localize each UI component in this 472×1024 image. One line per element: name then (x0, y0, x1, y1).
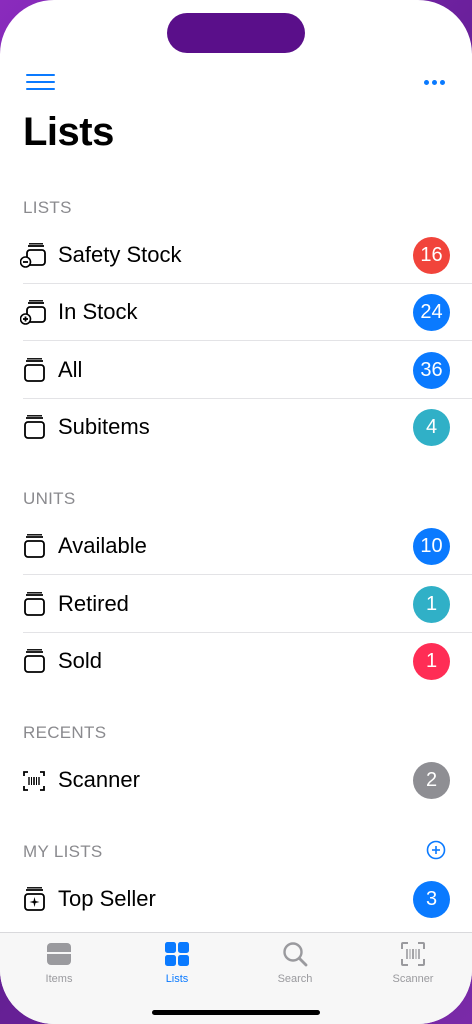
app-screen: Lists LISTS Safety Stock 16 In Stock 24 (0, 0, 472, 1024)
count-badge: 24 (413, 294, 450, 331)
list-item-available[interactable]: Available 10 (0, 518, 472, 575)
box-icon (24, 649, 45, 673)
section-header-my-lists: MY LISTS (23, 842, 103, 861)
tab-lists[interactable]: Lists (118, 933, 236, 1003)
list-item-all[interactable]: All 36 (0, 342, 472, 399)
add-list-icon[interactable] (426, 840, 446, 860)
list-item-label: All (58, 357, 83, 382)
section-header-units: UNITS (23, 489, 76, 508)
search-icon (283, 942, 308, 967)
list-item-label: Safety Stock (58, 242, 182, 267)
section-header-lists: LISTS (23, 198, 72, 217)
barcode-scan-icon (23, 771, 45, 791)
tray-icon (47, 943, 71, 965)
count-badge: 1 (413, 643, 450, 680)
list-item-subitems[interactable]: Subitems 4 (0, 399, 472, 456)
list-item-label: Top Seller (58, 886, 156, 911)
page-title: Lists (23, 110, 114, 154)
count-badge: 10 (413, 528, 450, 565)
tab-scanner[interactable]: Scanner (354, 933, 472, 1003)
tab-label: Lists (165, 973, 189, 985)
box-icon (24, 592, 45, 616)
count-badge: 36 (413, 352, 450, 389)
tab-label: Scanner (392, 973, 434, 985)
list-item-label: Available (58, 533, 147, 558)
list-item-label: Scanner (58, 767, 140, 792)
count-badge: 3 (413, 881, 450, 918)
list-item-retired[interactable]: Retired 1 (0, 576, 472, 633)
more-options-icon[interactable] (424, 70, 448, 94)
list-item-label: Subitems (58, 414, 150, 439)
list-item-safety-stock[interactable]: Safety Stock 16 (0, 227, 472, 284)
box-minus-icon (20, 243, 46, 268)
list-item-label: Sold (58, 648, 103, 673)
box-sparkle-icon (24, 887, 45, 911)
tab-label: Search (277, 973, 313, 985)
tab-label: Items (45, 973, 73, 985)
top-bar (0, 60, 472, 104)
tab-items[interactable]: Items (0, 933, 118, 1003)
count-badge: 16 (413, 237, 450, 274)
grid-icon (165, 942, 189, 966)
list-item-label: In Stock (58, 299, 138, 324)
home-indicator (152, 1010, 320, 1015)
count-badge: 1 (413, 586, 450, 623)
box-icon (24, 358, 45, 382)
section-header-recents: RECENTS (23, 723, 107, 742)
dynamic-island (167, 13, 305, 53)
list-item-label: Retired (58, 591, 129, 616)
tab-search[interactable]: Search (236, 933, 354, 1003)
box-icon (24, 415, 45, 439)
menu-icon[interactable] (26, 72, 56, 92)
barcode-scan-icon (401, 942, 425, 966)
list-item-scanner[interactable]: Scanner 2 (0, 752, 472, 809)
list-item-top-seller[interactable]: Top Seller 3 (0, 871, 472, 928)
box-icon (24, 534, 45, 558)
list-item-in-stock[interactable]: In Stock 24 (0, 284, 472, 341)
box-plus-icon (20, 300, 46, 325)
list-item-sold[interactable]: Sold 1 (0, 633, 472, 690)
count-badge: 2 (413, 762, 450, 799)
count-badge: 4 (413, 409, 450, 446)
